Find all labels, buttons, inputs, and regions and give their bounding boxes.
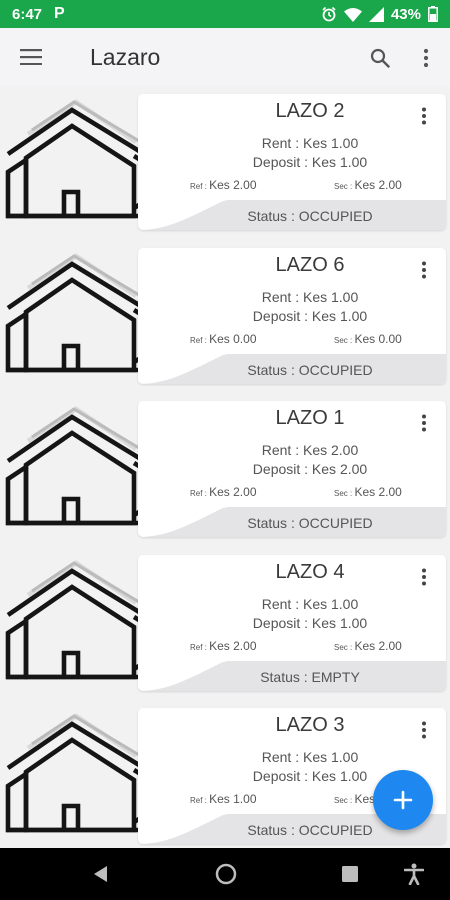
deposit-amount: Deposit : Kes 1.00 xyxy=(252,154,368,170)
property-menu-button[interactable] xyxy=(410,563,438,591)
property-list-item[interactable]: LAZO 6 Rent : Kes 1.00 Deposit : Kes 1.0… xyxy=(0,240,450,388)
page-title: Lazaro xyxy=(90,43,161,70)
recents-icon xyxy=(342,866,358,882)
property-list-item[interactable]: LAZO 3 Rent : Kes 1.00 Deposit : Kes 1.0… xyxy=(0,700,450,848)
clock: 6:47 xyxy=(12,5,43,23)
battery-icon xyxy=(428,6,438,22)
app-bar: Lazaro xyxy=(0,28,450,86)
system-navigation-bar xyxy=(0,848,450,900)
add-property-button[interactable] xyxy=(373,770,433,830)
ref-amount: Ref : Kes 1.00 xyxy=(190,792,257,806)
more-vert-icon xyxy=(422,414,426,432)
accessibility-icon xyxy=(404,863,424,885)
ref-label: Ref : xyxy=(190,335,210,345)
property-card[interactable]: LAZO 1 Rent : Kes 2.00 Deposit : Kes 2.0… xyxy=(138,401,446,537)
rent-amount: Rent : Kes 2.00 xyxy=(261,442,359,458)
home-icon xyxy=(215,863,237,885)
more-vert-icon xyxy=(422,721,426,739)
sec-value: Kes 0.00 xyxy=(354,331,402,346)
ref-value: Kes 2.00 xyxy=(209,178,257,192)
property-name: LAZO 3 xyxy=(275,714,345,736)
notification-p-icon: P xyxy=(54,5,65,22)
overflow-menu-button[interactable] xyxy=(410,40,442,76)
status-badge: Status : EMPTY xyxy=(260,668,360,685)
rent-amount: Rent : Kes 1.00 xyxy=(261,749,359,765)
ref-amount: Ref : Kes 2.00 xyxy=(190,178,257,192)
property-menu-button[interactable] xyxy=(410,716,438,744)
sec-amount: Sec : Kes 2.00 xyxy=(334,639,402,653)
sec-value: Kes 2.00 xyxy=(354,485,402,499)
deposit-amount: Deposit : Kes 1.00 xyxy=(252,307,368,324)
deposit-amount: Deposit : Kes 2.00 xyxy=(252,461,368,477)
more-vert-icon xyxy=(422,107,426,125)
ref-label: Ref : xyxy=(190,642,210,652)
sec-label: Sec : xyxy=(334,335,355,345)
deposit-amount: Deposit : Kes 1.00 xyxy=(252,614,368,631)
system-status-bar: 6:47 P 43% xyxy=(0,0,450,28)
sec-value: Kes 2.00 xyxy=(354,638,402,653)
property-name: LAZO 4 xyxy=(275,560,345,583)
nav-accessibility-button[interactable] xyxy=(399,859,429,889)
menu-button[interactable] xyxy=(0,28,62,86)
back-icon xyxy=(94,866,107,882)
property-name: LAZO 6 xyxy=(275,253,345,276)
add-icon xyxy=(393,790,413,810)
property-menu-button[interactable] xyxy=(410,409,438,437)
property-name: LAZO 1 xyxy=(275,407,345,429)
property-menu-button[interactable] xyxy=(410,256,438,284)
ref-label: Ref : xyxy=(190,489,210,498)
status-badge: Status : OCCUPIED xyxy=(247,515,373,531)
sec-label: Sec : xyxy=(334,182,355,191)
nav-home-button[interactable] xyxy=(211,859,241,889)
menu-icon xyxy=(20,49,42,65)
nav-back-button[interactable] xyxy=(85,859,115,889)
rent-amount: Rent : Kes 1.00 xyxy=(261,135,359,151)
ref-value: Kes 2.00 xyxy=(209,485,257,499)
nav-recents-button[interactable] xyxy=(335,859,365,889)
property-card[interactable]: LAZO 6 Rent : Kes 1.00 Deposit : Kes 1.0… xyxy=(138,247,446,384)
sec-label: Sec : xyxy=(334,489,355,498)
battery-percent: 43% xyxy=(390,5,421,23)
more-vert-icon xyxy=(422,261,426,278)
rent-amount: Rent : Kes 1.00 xyxy=(261,595,359,612)
more-vert-icon xyxy=(423,48,429,68)
sec-amount: Sec : Kes 0.00 xyxy=(334,332,402,346)
ref-amount: Ref : Kes 0.00 xyxy=(190,332,257,346)
ref-value: Kes 0.00 xyxy=(209,331,257,346)
search-button[interactable] xyxy=(362,40,398,76)
wifi-icon xyxy=(343,7,362,22)
status-badge: Status : OCCUPIED xyxy=(247,208,373,224)
sec-label: Sec : xyxy=(334,642,355,652)
property-list-item[interactable]: LAZO 1 Rent : Kes 2.00 Deposit : Kes 2.0… xyxy=(0,393,450,541)
ref-value: Kes 2.00 xyxy=(209,638,257,653)
ref-amount: Ref : Kes 2.00 xyxy=(190,639,257,653)
status-icons: 43% xyxy=(321,6,438,23)
cell-signal-icon xyxy=(368,6,384,22)
property-list-item[interactable]: LAZO 4 Rent : Kes 1.00 Deposit : Kes 1.0… xyxy=(0,547,450,695)
property-list-item[interactable]: LAZO 2 Rent : Kes 1.00 Deposit : Kes 1.0… xyxy=(0,86,450,234)
property-card[interactable]: LAZO 4 Rent : Kes 1.00 Deposit : Kes 1.0… xyxy=(138,554,446,691)
ref-label: Ref : xyxy=(190,796,210,805)
ref-amount: Ref : Kes 2.00 xyxy=(190,485,257,499)
property-list[interactable]: LAZO 2 Rent : Kes 1.00 Deposit : Kes 1.0… xyxy=(0,86,450,848)
sec-amount: Sec : Kes 2.00 xyxy=(334,485,402,499)
sec-amount: Sec : Kes 2.00 xyxy=(334,178,402,192)
property-menu-button[interactable] xyxy=(410,102,438,130)
ref-value: Kes 1.00 xyxy=(209,792,257,806)
ref-label: Ref : xyxy=(190,182,210,191)
search-icon xyxy=(370,48,390,68)
property-name: LAZO 2 xyxy=(275,100,345,122)
status-badge: Status : OCCUPIED xyxy=(247,361,373,378)
sec-label: Sec : xyxy=(334,796,355,805)
sec-value: Kes 2.00 xyxy=(354,178,402,192)
more-vert-icon xyxy=(422,568,426,585)
property-card[interactable]: LAZO 2 Rent : Kes 1.00 Deposit : Kes 1.0… xyxy=(138,94,446,230)
rent-amount: Rent : Kes 1.00 xyxy=(261,288,359,305)
alarm-icon xyxy=(322,6,336,22)
